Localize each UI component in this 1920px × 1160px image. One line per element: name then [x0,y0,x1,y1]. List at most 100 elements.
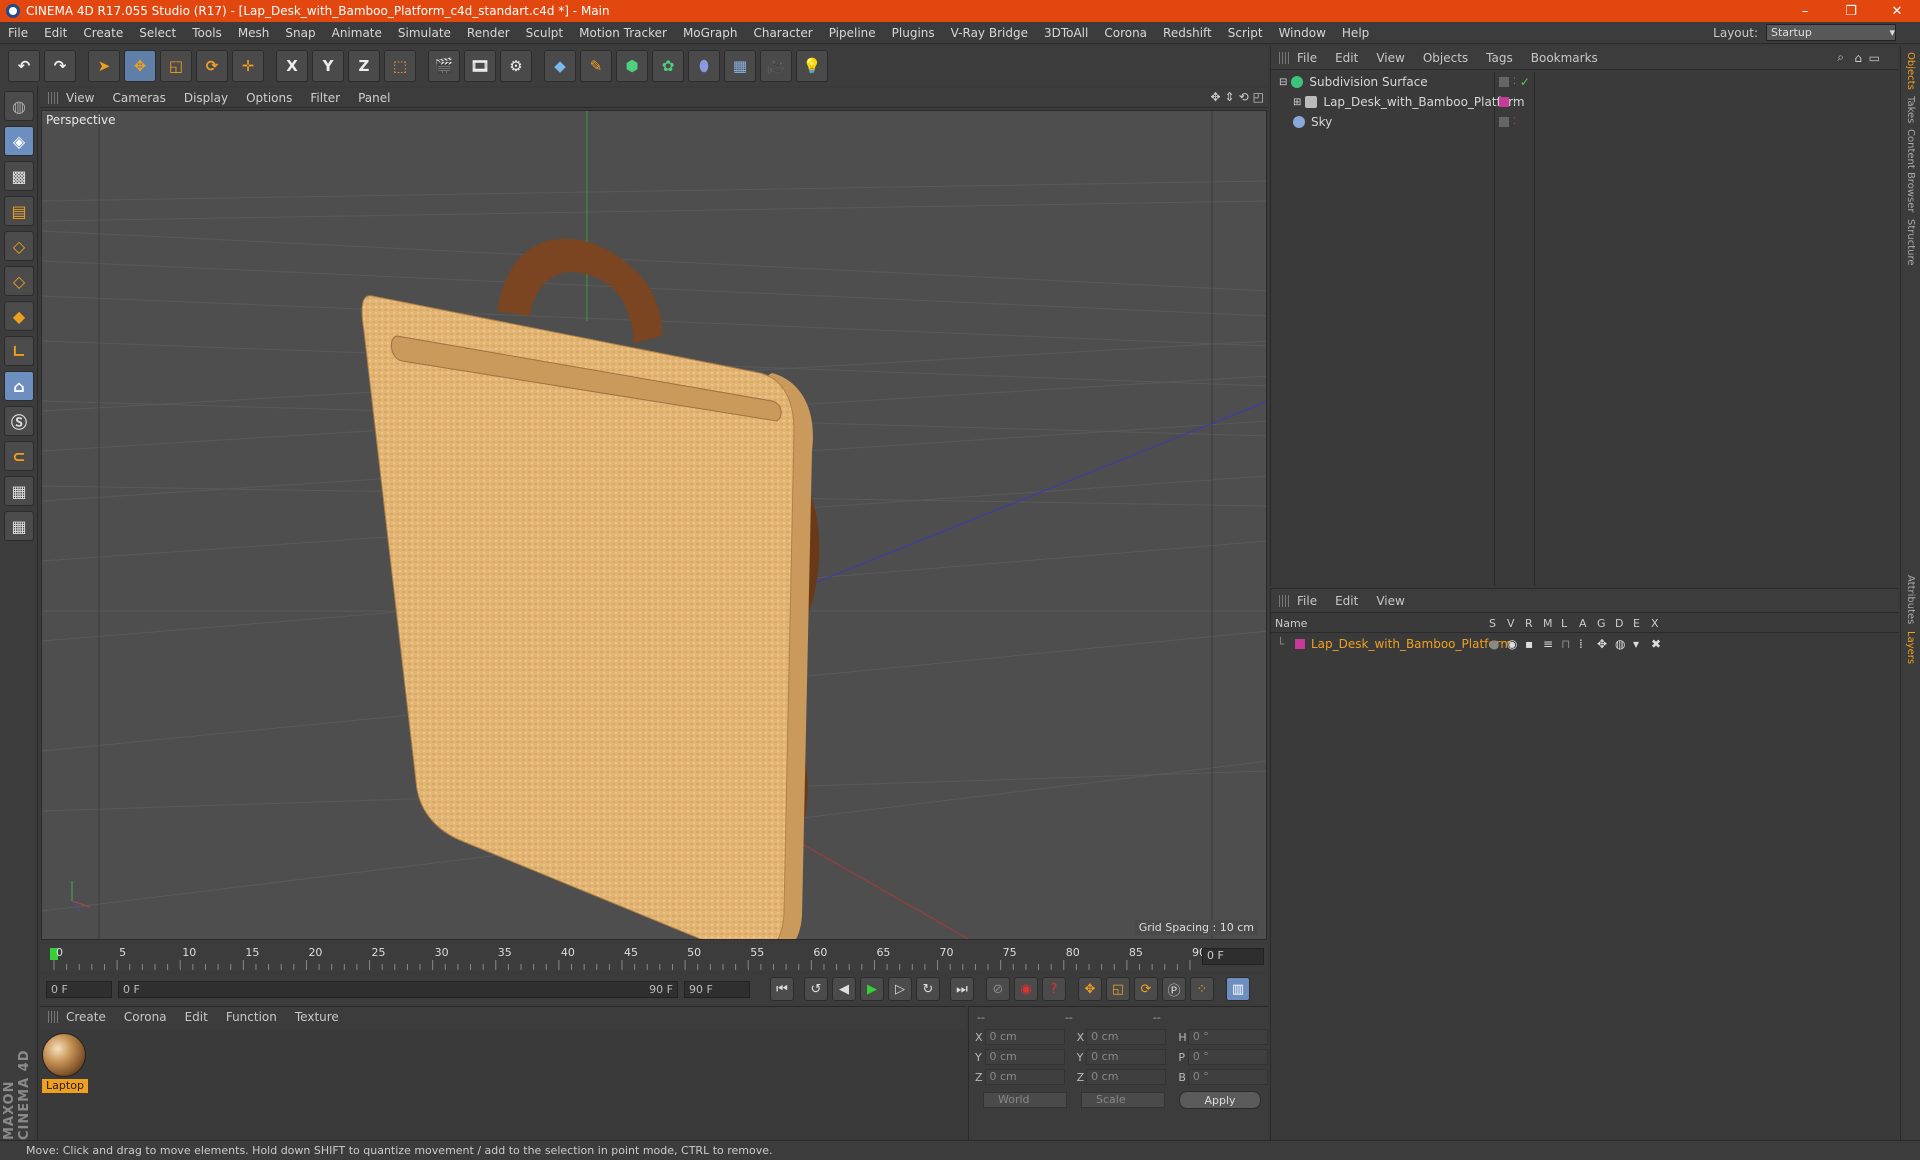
size-y-field[interactable]: 0 cm [1086,1049,1167,1065]
pos-z-field[interactable]: 0 cm [984,1069,1065,1085]
material-menu-create[interactable]: Create [66,1010,106,1024]
menu-window[interactable]: Window [1271,26,1334,40]
eye-toggle-icon[interactable]: ◉ [1507,637,1525,651]
record-keys-button[interactable]: ⊘ [986,977,1010,1001]
pen-spline-button[interactable]: ✎ [580,50,612,82]
rotate-tool-button[interactable]: ⟳ [196,50,228,82]
redo-button[interactable]: ↷ [44,50,76,82]
menu-vray-bridge[interactable]: V-Ray Bridge [943,26,1036,40]
key-rotation-button[interactable]: ⟳ [1134,977,1158,1001]
next-frame-button[interactable]: ▷ [888,977,912,1001]
axis-mode-button[interactable]: ∟ [4,336,34,366]
pos-x-field[interactable]: 0 cm [984,1029,1065,1045]
apply-button[interactable]: Apply [1179,1091,1261,1109]
visibility-dots-icon[interactable]: ⁚ [1513,77,1516,87]
planar-workplane-button[interactable]: ▦ [4,511,34,541]
panel-grip-icon[interactable] [1279,51,1289,64]
menu-motion-tracker[interactable]: Motion Tracker [571,26,675,40]
coordinate-system-button[interactable]: ⬚ [384,50,416,82]
magnet-button[interactable]: ⊂ [4,441,34,471]
start-frame-field[interactable]: 0 F [46,980,112,998]
menu-mograph[interactable]: MoGraph [675,26,746,40]
layer-color-icon[interactable] [1499,77,1509,87]
generator-toggle-icon[interactable]: ✥ [1597,637,1615,651]
key-scale-button[interactable]: ◱ [1106,977,1130,1001]
enabled-check-icon[interactable]: ✓ [1520,75,1530,89]
object-menu-objects[interactable]: Objects [1423,51,1468,65]
maximize-button[interactable]: ❐ [1828,0,1874,22]
menu-redshift[interactable]: Redshift [1155,26,1220,40]
viewport-menu-filter[interactable]: Filter [310,91,340,105]
object-menu-bookmarks[interactable]: Bookmarks [1531,51,1598,65]
deformer-button[interactable]: ⬮ [688,50,720,82]
go-to-end-button[interactable]: ⏭ [950,977,974,1001]
render-toggle-icon[interactable]: ▪ [1525,637,1543,651]
coordinate-space-select[interactable]: World [983,1092,1067,1108]
pan-icon[interactable]: ✥ [1210,90,1220,104]
viewport-menu-display[interactable]: Display [184,91,228,105]
material-swatch[interactable]: Laptop [42,1033,88,1093]
size-x-field[interactable]: 0 cm [1086,1029,1167,1045]
viewport-menu-view[interactable]: View [66,91,94,105]
menu-file[interactable]: File [0,26,36,40]
light-button[interactable]: 💡 [796,50,828,82]
layer-color-icon[interactable] [1499,97,1509,107]
move-tool-button[interactable]: ✥ [124,50,156,82]
autokey-button[interactable]: ◉ [1014,977,1038,1001]
menu-edit[interactable]: Edit [36,26,75,40]
next-key-button[interactable]: ↻ [916,977,940,1001]
menu-3dtoall[interactable]: 3DToAll [1036,26,1096,40]
tree-item-sky[interactable]: Sky ⁚ [1271,112,1899,132]
collapse-icon[interactable]: ⊟ [1279,77,1287,88]
tab-attributes[interactable]: Attributes [1905,575,1916,624]
tab-takes[interactable]: Takes [1905,96,1916,123]
layout-select[interactable]: Startup ▾ [1766,24,1896,41]
polygons-mode-button[interactable]: ◆ [4,301,34,331]
menu-help[interactable]: Help [1334,26,1377,40]
tab-structure[interactable]: Structure [1905,219,1916,266]
size-mode-select[interactable]: Scale [1081,1092,1165,1108]
menu-select[interactable]: Select [131,26,184,40]
deformer-toggle-icon[interactable]: ◍ [1615,637,1633,651]
tree-item-lap-desk[interactable]: ⊞ Lap_Desk_with_Bamboo_Platform ⁚ [1271,92,1899,112]
manager-toggle-icon[interactable]: ≡ [1543,637,1561,651]
layer-menu-edit[interactable]: Edit [1335,594,1358,608]
render-view-button[interactable]: 🎬 [428,50,460,82]
transform-tool-button[interactable]: ✛ [232,50,264,82]
expand-icon[interactable]: ⊞ [1293,97,1301,108]
layer-color-icon[interactable] [1499,117,1509,127]
snap-button[interactable]: Ⓢ [4,406,34,436]
menu-snap[interactable]: Snap [277,26,323,40]
menu-animate[interactable]: Animate [324,26,390,40]
live-selection-button[interactable]: ➤ [88,50,120,82]
layer-menu-file[interactable]: File [1297,594,1317,608]
menu-mesh[interactable]: Mesh [230,26,278,40]
material-menu-texture[interactable]: Texture [295,1010,339,1024]
end-frame-field[interactable]: 90 F [684,980,750,998]
viewport-camera-label[interactable]: Perspective [46,113,116,127]
previous-frame-button[interactable]: ◀ [832,977,856,1001]
menu-script[interactable]: Script [1220,26,1271,40]
camera-button[interactable]: 🎥 [760,50,792,82]
layer-row[interactable]: └ Lap_Desk_with_Bamboo_Platform ● ◉ ▪ ≡ … [1271,635,1899,653]
tab-content-browser[interactable]: Content Browser [1905,129,1916,212]
menu-create[interactable]: Create [75,26,131,40]
cloner-button[interactable]: ✿ [652,50,684,82]
menu-simulate[interactable]: Simulate [390,26,459,40]
layer-color-icon[interactable] [1295,639,1305,649]
menu-sculpt[interactable]: Sculpt [518,26,571,40]
go-to-start-button[interactable]: ⏮ [770,977,794,1001]
viewport-menu-panel[interactable]: Panel [358,91,390,105]
dolly-icon[interactable]: ⇕ [1225,90,1235,104]
object-menu-edit[interactable]: Edit [1335,51,1358,65]
tree-item-subdivision-surface[interactable]: ⊟ Subdivision Surface ⁚ ✓ [1271,72,1899,92]
new-window-icon[interactable]: ▭ [1869,51,1880,65]
menu-corona[interactable]: Corona [1096,26,1155,40]
key-position-button[interactable]: ✥ [1078,977,1102,1001]
maximize-view-icon[interactable]: ◰ [1253,90,1264,104]
close-button[interactable]: ✕ [1874,0,1920,22]
timeline-ruler[interactable]: 0 5 10 15 20 25 30 35 40 45 50 55 60 65 70 75 80 85 90 0 F [40,944,1268,972]
play-button[interactable]: ▶ [860,977,884,1001]
y-axis-lock-button[interactable]: Y [312,50,344,82]
workplane-mode-button[interactable]: ▤ [4,196,34,226]
